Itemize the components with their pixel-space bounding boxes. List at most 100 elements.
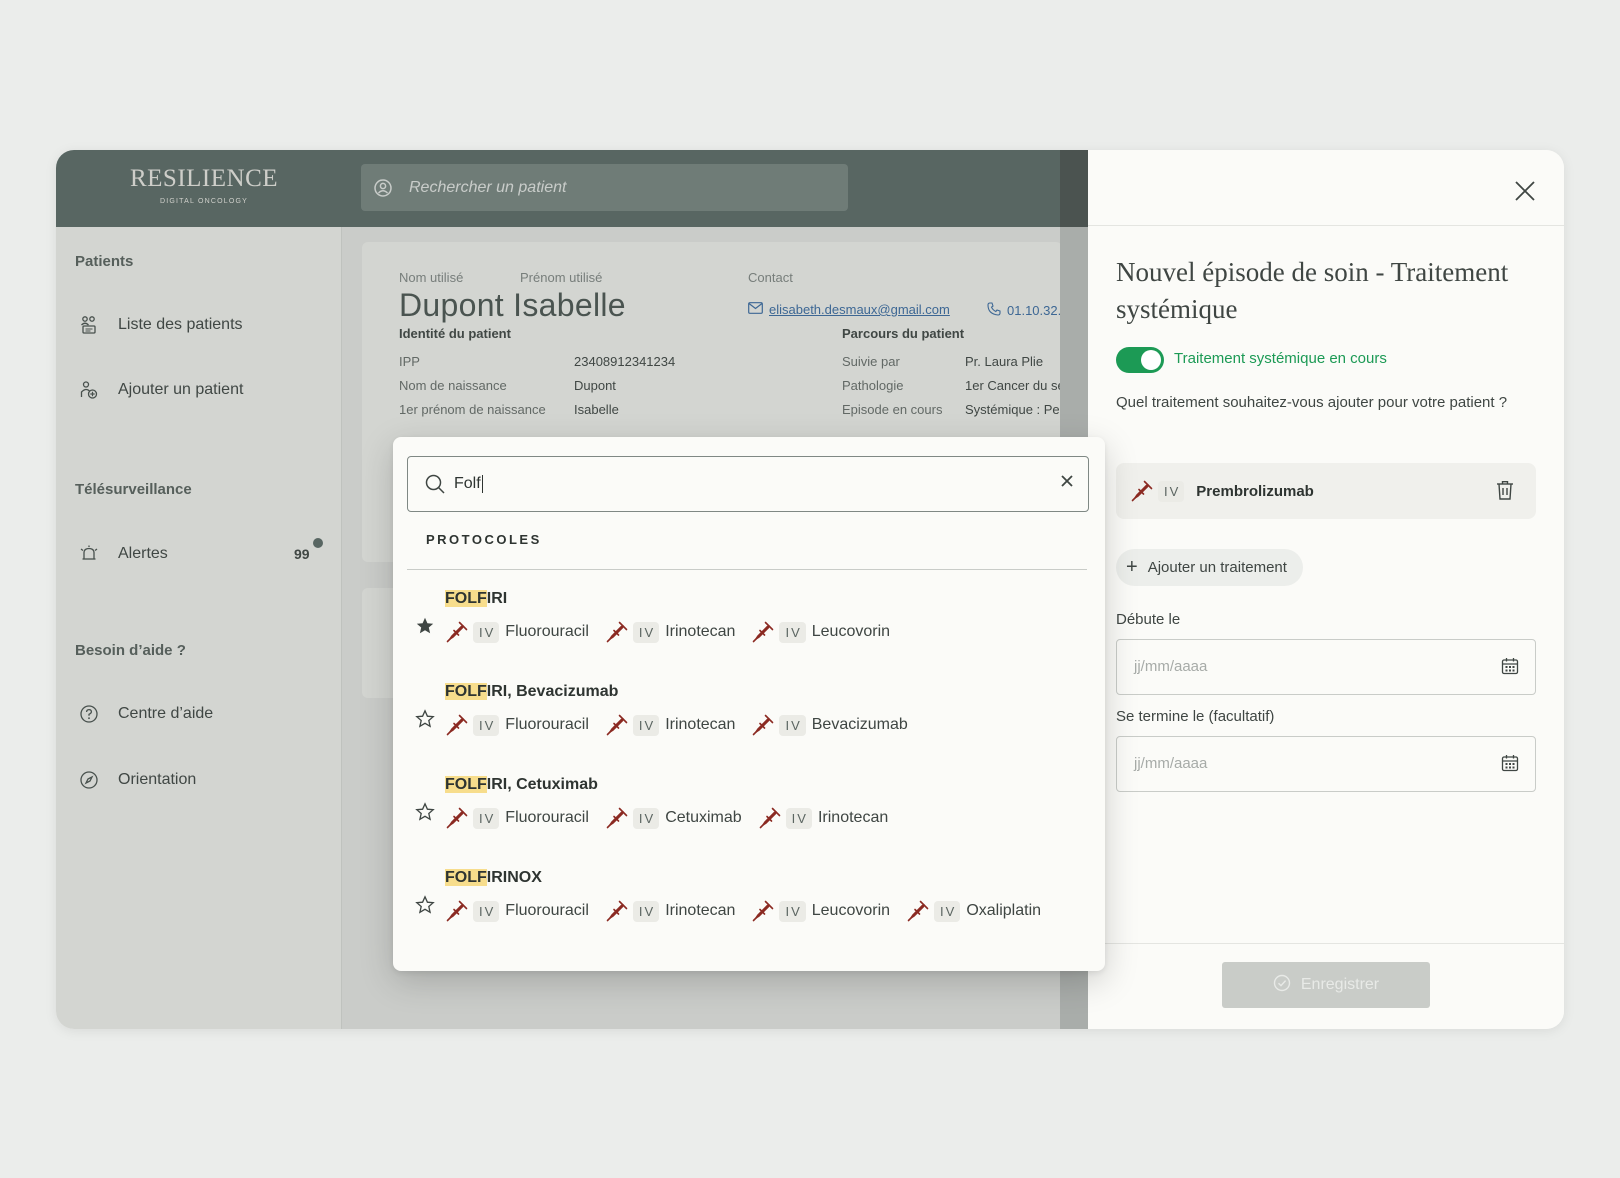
sidebar-item-orientation[interactable]: Orientation xyxy=(78,769,196,791)
close-icon xyxy=(1061,475,1073,487)
drug-item: IV Cetuximab xyxy=(605,806,742,830)
followed-value: Pr. Laura Plie xyxy=(965,354,1044,369)
notification-dot xyxy=(313,538,323,548)
drug-item: IV Irinotecan xyxy=(758,806,888,830)
drug-item: IV Fluorouracil xyxy=(445,899,589,923)
protocol-option[interactable]: FOLFIRINOX IV Fluorouracil IV Irinotecan IV Le… xyxy=(393,859,1105,949)
clear-search-button[interactable] xyxy=(1060,472,1074,493)
match-highlight: FOLF xyxy=(445,683,487,700)
syringe-icon xyxy=(445,713,469,737)
protocol-name: FOLFIRI xyxy=(445,590,507,608)
syringe-icon xyxy=(605,620,629,644)
route-badge: IV xyxy=(779,621,806,643)
section-divider xyxy=(407,569,1087,570)
sidebar-item-alerts[interactable]: Alertes xyxy=(78,543,168,565)
protocol-name-rest: IRI, Bevacizumab xyxy=(486,683,619,700)
patients-list-icon xyxy=(78,314,100,336)
sidebar-item-help-center[interactable]: Centre d’aide xyxy=(78,703,213,725)
first-name-label: 1er prénom de naissance xyxy=(399,402,546,417)
sidebar: Patients Liste des patients Ajouter un p… xyxy=(56,227,342,1029)
protocol-option[interactable]: FOLFIRI, Cetuximab IV Fluorouracil IV Cetuxi… xyxy=(393,766,1105,856)
episode-value: Systémique : Pemb xyxy=(965,402,1060,417)
route-badge: IV xyxy=(934,900,961,922)
route-badge: IV xyxy=(473,714,500,736)
drug-name: Leucovorin xyxy=(811,902,891,919)
close-button[interactable] xyxy=(1514,180,1536,202)
patient-search-input[interactable]: Rechercher un patient xyxy=(361,164,848,211)
syringe-icon xyxy=(445,899,469,923)
protocol-name: FOLFIRI, Bevacizumab xyxy=(445,683,618,701)
drug-name: Fluorouracil xyxy=(505,902,589,919)
drug-name: Fluorouracil xyxy=(505,809,589,826)
star-outline-icon[interactable] xyxy=(415,895,435,915)
drug-item: IV Irinotecan xyxy=(605,899,735,923)
save-button[interactable]: Enregistrer xyxy=(1222,962,1430,1008)
syringe-icon xyxy=(1130,479,1154,503)
drug-name: Cetuximab xyxy=(665,809,742,826)
drug-item: IV Bevacizumab xyxy=(751,713,908,737)
logo-tagline: DIGITAL ONCOLOGY xyxy=(159,198,249,205)
protocol-name-rest: IRI xyxy=(486,590,508,607)
drug-name: Oxaliplatin xyxy=(966,902,1042,919)
label-prenom: Prénom utilisé xyxy=(520,270,603,285)
sidebar-item-label: Centre d’aide xyxy=(118,705,214,722)
route-badge: IV xyxy=(785,807,812,829)
start-date-input[interactable]: jj/mm/aaaa xyxy=(1116,639,1536,695)
calendar-icon[interactable] xyxy=(1501,754,1519,777)
patient-email-link[interactable]: elisabeth.desmaux@gmail.com xyxy=(748,302,950,317)
trash-icon xyxy=(1497,481,1513,500)
add-patient-icon xyxy=(78,379,100,401)
start-date-placeholder: jj/mm/aaaa xyxy=(1134,658,1208,675)
selected-treatment-card: IV Prembrolizumab xyxy=(1116,463,1536,519)
plus-icon: + xyxy=(1126,556,1138,578)
protocol-option[interactable]: FOLFIRI, Bevacizumab IV Fluorouracil IV Irin… xyxy=(393,673,1105,763)
syringe-icon xyxy=(751,620,775,644)
protocol-search-input[interactable]: Folf xyxy=(407,456,1089,512)
first-name-value: Isabelle xyxy=(574,402,619,417)
sidebar-item-add-patient[interactable]: Ajouter un patient xyxy=(78,379,243,401)
logo[interactable]: RESILIENCE DIGITAL ONCOLOGY xyxy=(124,165,284,205)
drug-item: IV Leucovorin xyxy=(751,899,890,923)
drug-name: Fluorouracil xyxy=(505,623,589,640)
pathology-value: 1er Cancer du sein l xyxy=(965,378,1060,393)
birth-name-value: Dupont xyxy=(574,378,616,393)
treatment-question: Quel traitement souhaitez-vous ajouter p… xyxy=(1116,394,1508,411)
route-badge: IV xyxy=(473,900,500,922)
sidebar-item-patient-list[interactable]: Liste des patients xyxy=(78,314,243,336)
start-date-label: Débute le xyxy=(1116,611,1181,628)
add-treatment-button[interactable]: + Ajouter un traitement xyxy=(1116,549,1303,586)
star-outline-icon[interactable] xyxy=(415,802,435,822)
systemic-treatment-toggle[interactable] xyxy=(1116,347,1164,373)
syringe-icon xyxy=(751,899,775,923)
close-icon xyxy=(1515,181,1535,201)
syringe-icon xyxy=(445,620,469,644)
birth-name-label: Nom de naissance xyxy=(399,378,507,393)
protocol-option[interactable]: FOLFIRI IV Fluorouracil IV Irinotecan IV Leuco… xyxy=(393,580,1105,670)
compass-icon xyxy=(78,769,100,791)
drug-item: IV Fluorouracil xyxy=(445,806,589,830)
protocol-name-rest: IRINOX xyxy=(486,869,542,886)
syringe-icon xyxy=(445,806,469,830)
label-contact: Contact xyxy=(748,270,793,285)
end-date-placeholder: jj/mm/aaaa xyxy=(1134,755,1208,772)
drug-name: Fluorouracil xyxy=(505,716,589,733)
top-bar: RESILIENCE DIGITAL ONCOLOGY Rechercher u… xyxy=(56,150,1060,227)
drug-name: Bevacizumab xyxy=(811,716,908,733)
route-badge: IV xyxy=(632,714,660,736)
star-outline-icon[interactable] xyxy=(415,709,435,729)
end-date-input[interactable]: jj/mm/aaaa xyxy=(1116,736,1536,792)
patient-email: elisabeth.desmaux@gmail.com xyxy=(769,302,950,317)
drug-item: IV Irinotecan xyxy=(605,713,735,737)
protocol-search-dropdown: Folf PROTOCOLES FOLFIRI IV Fluorouracil IV I… xyxy=(393,437,1105,971)
route-badge: IV xyxy=(473,621,500,643)
sidebar-item-label: Alertes xyxy=(118,545,168,562)
calendar-icon[interactable] xyxy=(1501,657,1519,680)
route-badge: IV xyxy=(473,807,500,829)
route-badge: IV xyxy=(1158,480,1185,502)
sidebar-item-label: Liste des patients xyxy=(118,316,243,333)
delete-treatment-button[interactable] xyxy=(1496,480,1514,505)
protocols-section-title: PROTOCOLES xyxy=(426,532,542,547)
pathology-label: Pathologie xyxy=(842,378,904,393)
star-filled-icon[interactable] xyxy=(415,616,435,636)
syringe-icon xyxy=(605,713,629,737)
